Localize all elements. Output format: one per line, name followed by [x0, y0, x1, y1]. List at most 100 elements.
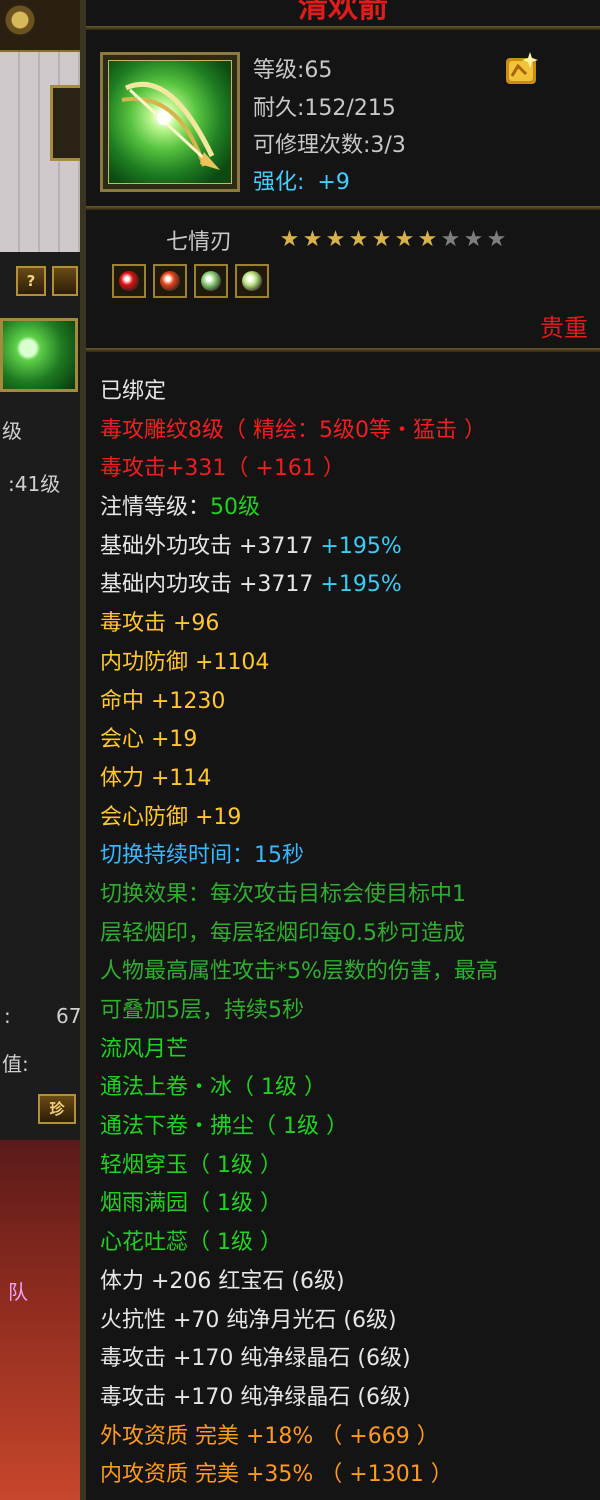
detail-text: 体力 +114	[100, 765, 212, 791]
detail-line: 人物最高属性攻击*5%层数的伤害，最高	[100, 953, 600, 992]
detail-text: +195%	[320, 533, 402, 559]
star-filled-icon: ★	[417, 227, 438, 252]
detail-text: 通法上卷・冰（ 1级 ）	[100, 1075, 326, 1101]
detail-text: 毒攻击 +170 纯净绿晶石 (6级)	[100, 1346, 411, 1372]
detail-text: 会心防御 +19	[100, 804, 242, 830]
detail-line: 基础内功攻击 +3717 +195%	[100, 566, 600, 605]
detail-text: 会心 +19	[100, 727, 198, 753]
detail-line: 会心防御 +19	[100, 799, 600, 838]
detail-text: 毒攻击 +96	[100, 611, 220, 637]
detail-text: 注情等级：	[100, 495, 211, 521]
detail-text: 通法下卷・拂尘（ 1级 ）	[100, 1114, 348, 1140]
detail-text: 切换效果：每次攻击目标会使目标中1	[100, 881, 466, 907]
star-filled-icon: ★	[394, 227, 415, 252]
detail-text: +195%	[320, 572, 402, 598]
detail-line: 已绑定	[100, 373, 600, 412]
divider	[86, 26, 600, 30]
item-title: 清欢箭	[298, 0, 388, 25]
frame-ornament	[0, 0, 80, 52]
team-text: 队	[8, 1280, 28, 1304]
detail-text: 毒攻雕纹8级（ 精绘：5级0等・猛击 ）	[100, 417, 486, 443]
side-button[interactable]	[52, 266, 78, 296]
star-rating: ★ ★ ★ ★ ★ ★ ★ ★ ★ ★	[278, 227, 508, 253]
detail-text: 毒攻击+331（ +161 ）	[100, 456, 345, 482]
detail-line: 毒攻击 +170 纯净绿晶石 (6级)	[100, 1379, 600, 1418]
star-filled-icon: ★	[325, 227, 346, 252]
level-suffix-text: 级	[2, 419, 22, 443]
star-filled-icon: ★	[371, 227, 392, 252]
rarity-label: 贵重	[540, 314, 588, 342]
star-empty-icon: ★	[463, 227, 484, 252]
help-button[interactable]: ?	[16, 266, 46, 296]
detail-text: 体力 +206 红宝石 (6级)	[100, 1268, 345, 1294]
detail-line: 外攻资质 完美 +18% （ +669 ）	[100, 1418, 600, 1457]
detail-text: 火抗性 +70 纯净月光石 (6级)	[100, 1307, 397, 1333]
bow-icon	[121, 81, 220, 170]
star-empty-icon: ★	[440, 227, 461, 252]
detail-line: 流风月芒	[100, 1031, 600, 1070]
divider	[86, 206, 600, 210]
gem-slot-icon	[112, 264, 146, 298]
item-details: 已绑定毒攻雕纹8级（ 精绘：5级0等・猛击 ） 毒攻击+331（ +161 ） 注情…	[100, 373, 600, 1495]
star-filled-icon: ★	[302, 227, 323, 252]
detail-line: 毒攻雕纹8级（ 精绘：5级0等・猛击 ）	[100, 412, 600, 451]
item-durability: 耐久:152/215	[253, 96, 396, 121]
detail-line: 通法上卷・冰（ 1级 ）	[100, 1069, 600, 1108]
detail-line: 命中 +1230	[100, 683, 600, 722]
detail-text: 命中 +1230	[100, 688, 226, 714]
item-level: 等级:65	[253, 58, 333, 83]
scene-floor	[0, 1140, 80, 1500]
detail-text: 内攻资质 完美 +35% （ +1301 ）	[100, 1462, 453, 1488]
detail-line: 毒攻击+331（ +161 ）	[100, 450, 600, 489]
detail-text: 层轻烟印，每层轻烟印每0.5秒可造成	[100, 920, 465, 946]
detail-text: 50级	[210, 495, 261, 521]
gold-sparkle-icon	[506, 52, 538, 84]
detail-line: 会心 +19	[100, 721, 600, 760]
detail-text: 轻烟穿玉（ 1级 ）	[100, 1152, 282, 1178]
detail-text: 心花吐蕊（ 1级 ）	[100, 1230, 282, 1256]
detail-text: 基础内功攻击 +3717	[100, 572, 321, 598]
detail-line: 基础外功攻击 +3717 +195%	[100, 528, 600, 567]
detail-line: 通法下卷・拂尘（ 1级 ）	[100, 1108, 600, 1147]
detail-line: 烟雨满园（ 1级 ）	[100, 1185, 600, 1224]
value-67-text: 67	[56, 1004, 80, 1028]
detail-text: 人物最高属性攻击*5%层数的伤害，最高	[100, 959, 498, 985]
value-label-text: 值:	[2, 1052, 29, 1076]
star-filled-icon: ★	[348, 227, 369, 252]
gem-slot-icon	[153, 264, 187, 298]
item-tooltip: 清欢箭 等级:65 耐久:152/215 可修理次数:3/3 强化: +9 七情…	[80, 0, 600, 1500]
weapon-name: 七情刃	[166, 230, 233, 255]
item-enhance: 强化: +9	[253, 164, 350, 196]
item-icon	[100, 52, 240, 192]
detail-line: 毒攻击 +96	[100, 605, 600, 644]
star-filled-icon: ★	[279, 227, 300, 252]
divider	[86, 348, 600, 352]
item-repair-count: 可修理次数:3/3	[253, 133, 406, 158]
detail-line: 毒攻击 +170 纯净绿晶石 (6级)	[100, 1340, 600, 1379]
detail-text: 内功防御 +1104	[100, 649, 270, 675]
detail-line: 内攻资质 完美 +35% （ +1301 ）	[100, 1456, 600, 1495]
detail-line: 切换持续时间：15秒	[100, 837, 600, 876]
detail-line: 切换效果：每次攻击目标会使目标中1	[100, 876, 600, 915]
detail-line: 心花吐蕊（ 1级 ）	[100, 1224, 600, 1263]
detail-text: 流风月芒	[100, 1036, 189, 1062]
equipped-weapon-thumbnail[interactable]	[0, 318, 78, 392]
star-empty-icon: ★	[486, 227, 507, 252]
detail-line: 可叠加5层，持续5秒	[100, 992, 600, 1031]
enhance-value: +9	[317, 170, 350, 195]
detail-line: 火抗性 +70 纯净月光石 (6级)	[100, 1302, 600, 1341]
detail-line: 层轻烟印，每层轻烟印每0.5秒可造成	[100, 915, 600, 954]
detail-line: 注情等级：50级	[100, 489, 600, 528]
detail-text: 已绑定	[100, 379, 167, 404]
level-value-text: :41级	[8, 472, 61, 496]
detail-line: 轻烟穿玉（ 1级 ）	[100, 1147, 600, 1186]
detail-text: 烟雨满园（ 1级 ）	[100, 1191, 282, 1217]
gem-slot-icon	[194, 264, 228, 298]
detail-line: 内功防御 +1104	[100, 644, 600, 683]
detail-text: 毒攻击 +170 纯净绿晶石 (6级)	[100, 1384, 411, 1410]
frame-decoration	[50, 85, 80, 161]
detail-text: 切换持续时间：15秒	[100, 843, 304, 869]
background-game-window: ? 级 :41级 : 67 值: 珍 队	[0, 0, 80, 1500]
detail-line: 体力 +206 红宝石 (6级)	[100, 1263, 600, 1302]
treasure-button[interactable]: 珍	[38, 1094, 76, 1124]
